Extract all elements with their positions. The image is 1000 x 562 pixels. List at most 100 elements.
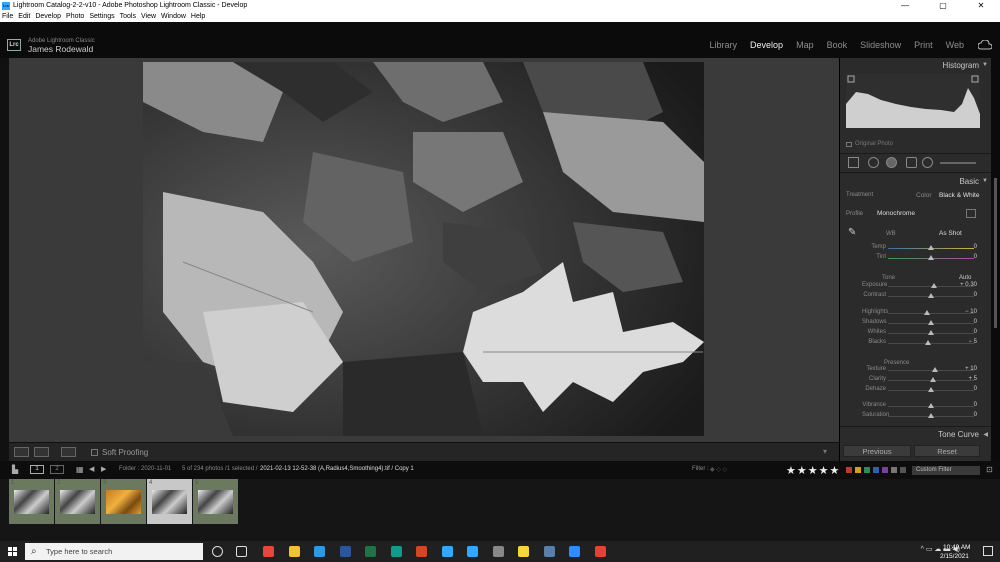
wb-dropdown[interactable]: As Shot [939, 230, 962, 237]
original-photo-checkbox[interactable] [846, 142, 852, 147]
module-web[interactable]: Web [946, 40, 964, 50]
menu-view[interactable]: View [141, 13, 156, 20]
slider-knob-exposure[interactable] [930, 283, 937, 288]
filmstrip-thumbnail[interactable]: 1 [9, 479, 54, 524]
cortana-icon[interactable] [212, 546, 223, 557]
module-develop[interactable]: Develop [750, 40, 783, 50]
before-after-split-button[interactable] [61, 447, 76, 457]
zoom-icon[interactable] [569, 546, 580, 557]
red-eye-tool-icon[interactable] [886, 157, 897, 168]
slider-knob-clarity[interactable] [929, 377, 936, 382]
slider-knob-tint[interactable] [928, 255, 934, 260]
filmstrip-thumbnail[interactable]: 2 [55, 479, 100, 524]
task-view-icon[interactable] [236, 546, 247, 557]
module-print[interactable]: Print [914, 40, 933, 50]
slider-knob-temp[interactable] [928, 245, 934, 250]
slider-knob-saturation[interactable] [928, 413, 934, 418]
photo-preview[interactable] [143, 62, 704, 436]
color-label-swatch[interactable] [864, 467, 870, 473]
selected-filename[interactable]: 2021-02-13 12-52-38 (A,Radius4,Smoothing… [260, 466, 414, 472]
close-button[interactable]: ✕ [962, 0, 1000, 11]
module-map[interactable]: Map [796, 40, 814, 50]
page-2-button[interactable]: 2 [50, 465, 64, 474]
photoshop-icon[interactable] [467, 546, 478, 557]
healing-tool-icon[interactable] [868, 157, 879, 168]
slider-knob-contrast[interactable] [928, 293, 934, 298]
slider-knob-texture[interactable] [932, 367, 939, 372]
toolbar-menu-icon[interactable]: ▾ [823, 447, 833, 457]
tone-curve-expand-icon[interactable]: ◀ [983, 431, 988, 438]
profile-dropdown[interactable]: Monochrome [877, 210, 915, 217]
clock-time[interactable]: 10:49 AM [943, 544, 970, 551]
reset-button[interactable]: Reset [914, 445, 980, 457]
slider-value-saturation[interactable]: 0 [957, 412, 977, 418]
taskbar-search-box[interactable]: ⌕ Type here to search [25, 543, 203, 560]
menu-window[interactable]: Window [161, 13, 186, 20]
custom-filter-dropdown[interactable]: Custom Filter [912, 466, 980, 475]
secondary-display-icon[interactable]: ▙ [12, 465, 20, 474]
lightroom-icon[interactable] [441, 546, 453, 557]
cloud-sync-icon[interactable] [977, 39, 993, 50]
soft-proofing-checkbox[interactable] [91, 449, 98, 456]
menu-tools[interactable]: Tools [120, 13, 136, 20]
acrobat-icon[interactable] [594, 546, 606, 557]
before-after-button[interactable] [34, 447, 49, 457]
app-icon[interactable] [492, 546, 504, 557]
slider-value-dehaze[interactable]: 0 [957, 386, 977, 392]
graduated-filter-icon[interactable] [906, 157, 917, 168]
tone-curve-header[interactable]: Tone Curve [938, 430, 979, 439]
back-arrow-icon[interactable]: ◀ [89, 465, 94, 473]
sticky-notes-icon[interactable] [518, 546, 529, 557]
module-slideshow[interactable]: Slideshow [860, 40, 901, 50]
windows-start-icon[interactable] [8, 547, 17, 556]
slider-knob-dehaze[interactable] [928, 387, 934, 392]
right-panel-scrollbar[interactable] [991, 58, 1000, 461]
menu-help[interactable]: Help [191, 13, 205, 20]
maximize-button[interactable]: ▢ [924, 0, 962, 11]
slider-knob-blacks[interactable] [925, 340, 932, 345]
star-rating-filter[interactable]: ★★★★★ [786, 464, 840, 477]
file-explorer-icon[interactable] [288, 546, 300, 557]
grid-view-icon[interactable]: ▦ [76, 465, 84, 474]
color-label-swatch[interactable] [846, 467, 852, 473]
minimize-button[interactable]: — [886, 0, 924, 11]
basic-header[interactable]: Basic [959, 177, 979, 186]
auto-tone-button[interactable]: Auto [959, 275, 971, 281]
slider-value-blacks[interactable]: − 5 [957, 339, 977, 345]
slider-value-tint[interactable]: 0 [957, 254, 977, 260]
slider-knob-highlights[interactable] [923, 310, 930, 315]
slider-value-whites[interactable]: 0 [957, 329, 977, 335]
crop-tool-icon[interactable] [848, 157, 859, 168]
wb-eyedropper-icon[interactable]: ✎ [848, 227, 862, 241]
clock-date[interactable]: 2/15/2021 [940, 553, 969, 560]
loupe-view-button[interactable] [14, 447, 29, 457]
slider-value-shadows[interactable]: 0 [957, 319, 977, 325]
histogram-collapse-icon[interactable]: ▼ [982, 62, 988, 68]
profile-browser-icon[interactable] [966, 209, 976, 218]
slider-value-vibrance[interactable]: 0 [957, 402, 977, 408]
color-label-swatch[interactable] [873, 467, 879, 473]
slider-value-clarity[interactable]: + 5 [957, 376, 977, 382]
menu-develop[interactable]: Develop [35, 13, 61, 20]
left-panel-collapsed[interactable] [0, 58, 9, 461]
excel-icon[interactable] [365, 546, 376, 557]
chrome-icon[interactable] [263, 546, 274, 557]
notification-icon[interactable] [983, 546, 993, 556]
menu-file[interactable]: File [2, 13, 13, 20]
slider-knob-vibrance[interactable] [928, 403, 934, 408]
color-label-swatch[interactable] [855, 467, 861, 473]
slider-knob-shadows[interactable] [928, 320, 934, 325]
folder-source[interactable]: Folder : 2020-11-01 [119, 466, 171, 472]
flag-filter-icon[interactable]: ◆ ◇ ◇ [710, 466, 727, 473]
calculator-icon[interactable] [543, 546, 555, 557]
forward-arrow-icon[interactable]: ▶ [101, 465, 106, 473]
slider-value-contrast[interactable]: 0 [957, 292, 977, 298]
filmstrip-thumbnail[interactable]: 5 [193, 479, 238, 524]
color-label-swatch[interactable] [882, 467, 888, 473]
module-book[interactable]: Book [827, 40, 848, 50]
histogram-header[interactable]: Histogram [943, 61, 979, 70]
filter-lock-icon[interactable]: ⊡ [986, 465, 993, 474]
word-icon[interactable] [339, 546, 351, 557]
color-label-swatch[interactable] [891, 467, 897, 473]
color-label-swatch[interactable] [900, 467, 906, 473]
